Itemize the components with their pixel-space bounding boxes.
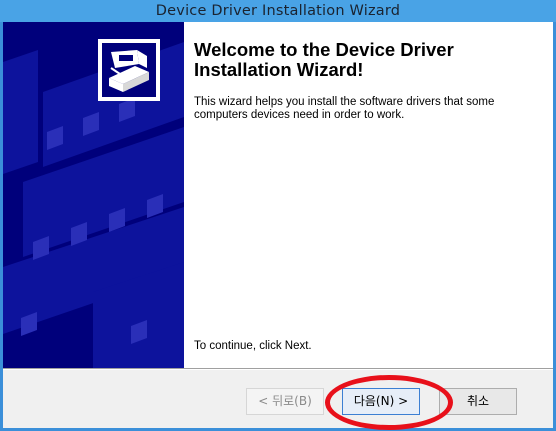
- cancel-button[interactable]: 취소: [439, 388, 517, 415]
- button-separator: [3, 368, 553, 370]
- wizard-heading: Welcome to the Device Driver Installatio…: [194, 39, 454, 80]
- wizard-dialog: Welcome to the Device Driver Installatio…: [3, 22, 553, 430]
- wizard-banner: [3, 22, 184, 368]
- window-title: Device Driver Installation Wizard: [0, 0, 556, 22]
- installer-box-icon: [97, 38, 161, 102]
- wizard-content: Welcome to the Device Driver Installatio…: [184, 22, 553, 368]
- wizard-description: This wizard helps you install the softwa…: [194, 96, 495, 121]
- back-button[interactable]: < 뒤로(B): [246, 388, 324, 415]
- next-button[interactable]: 다음(N) >: [342, 388, 420, 415]
- continue-hint: To continue, click Next.: [194, 340, 312, 352]
